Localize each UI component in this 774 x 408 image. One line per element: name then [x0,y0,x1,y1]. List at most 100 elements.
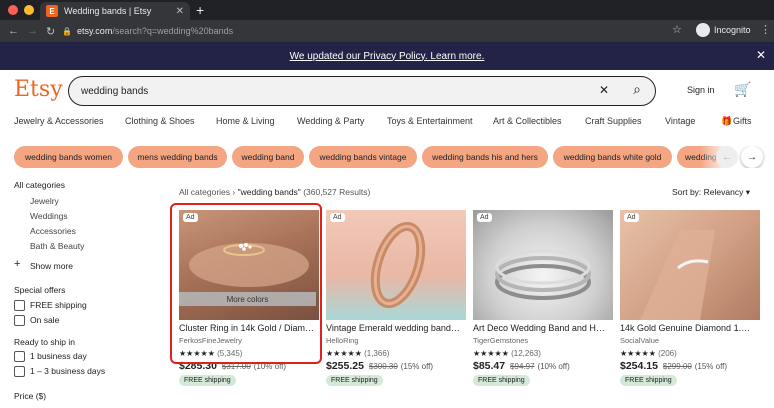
rating-stars-icon: ★★★★★ [326,349,362,358]
address-bar-row: ← → ↻ 🔒 etsy.com/search?q=wedding%20band… [0,20,774,42]
filter-weddings[interactable]: Weddings [30,211,68,221]
product-image[interactable]: Ad [326,210,466,320]
nav-jewelry-accessories[interactable]: Jewelry & Accessories [14,116,104,126]
on-sale-label[interactable]: On sale [30,315,59,325]
search-input[interactable]: wedding bands ✕ ⌕ [68,76,656,106]
ship-1-day-checkbox[interactable] [14,351,25,362]
search-value: wedding bands [81,85,149,97]
pill-wedding-bands-vintage[interactable]: wedding bands vintage [309,146,417,168]
gift-icon: 🎁 [721,116,733,126]
shop-name[interactable]: TigerGemstones [473,336,528,345]
privacy-banner: We updated our Privacy Policy. Learn mor… [0,42,774,70]
product-title[interactable]: 14k Gold Genuine Diamond 1.7… [620,323,754,333]
discount: (15% off) [694,362,728,371]
related-searches: wedding bands women mens wedding bands w… [0,146,774,168]
results-count: (360,527 Results) [303,187,371,197]
highlight-box [170,203,322,364]
review-count: (1,366) [364,349,390,358]
pill-mens-wedding-bands[interactable]: mens wedding bands [128,146,227,168]
ship-1-3-days-label[interactable]: 1 – 3 business days [30,366,105,376]
tab-close-icon[interactable]: ✕ [176,6,184,17]
filter-accessories[interactable]: Accessories [30,226,76,236]
ship-1-day-label[interactable]: 1 business day [30,351,87,361]
product-image[interactable]: Ad [473,210,613,320]
product-price: $254.15 $299.00 (15% off) [620,360,727,372]
sale-price: $85.47 [473,360,506,372]
pills-next-icon[interactable]: → [741,146,763,168]
product-title[interactable]: Art Deco Wedding Band and H… [473,323,613,333]
crumb-all-categories[interactable]: All categories [179,187,230,197]
sort-label: Sort by: Relevancy [672,187,744,197]
search-icon[interactable]: ⌕ [633,81,641,98]
sort-dropdown[interactable]: Sort by: Relevancy ▾ [672,187,750,198]
browser-tab[interactable]: E Wedding bands | Etsy ✕ [40,2,190,20]
filter-bath-beauty[interactable]: Bath & Beauty [30,241,84,251]
pill-wedding-bands-his-and-hers[interactable]: wedding bands his and hers [422,146,548,168]
product-title[interactable]: Vintage Emerald wedding band… [326,323,466,333]
tab-title: Wedding bands | Etsy [64,6,152,16]
filter-jewelry[interactable]: Jewelry [30,196,59,206]
new-tab-icon[interactable]: + [196,2,204,18]
bookmark-star-icon[interactable]: ☆ [672,23,682,36]
diamond-band-on-finger-illustration [640,230,715,320]
shop-name[interactable]: SocialValue [620,336,659,345]
ad-badge: Ad [330,213,345,222]
nav-home-living[interactable]: Home & Living [216,116,275,126]
browser-menu-icon[interactable]: ⋮ [760,23,771,36]
product-image[interactable]: Ad [620,210,760,320]
etsy-favicon-icon: E [46,5,58,17]
nav-craft-supplies[interactable]: Craft Supplies [585,116,642,126]
banner-close-icon[interactable]: ✕ [756,48,766,62]
back-icon[interactable]: ← [8,25,19,37]
discount: (10% off) [537,362,570,371]
url-host: etsy.com [76,26,113,36]
forward-icon[interactable]: → [27,25,38,37]
reload-icon[interactable]: ↻ [46,25,55,38]
nav-gifts[interactable]: Gifts [733,116,752,126]
pills-prev-icon[interactable]: ← [716,146,738,168]
nav-clothing-shoes[interactable]: Clothing & Shoes [125,116,195,126]
discount: (15% off) [400,362,434,371]
on-sale-checkbox[interactable] [14,315,25,326]
pill-wedding-band[interactable]: wedding band [232,146,304,168]
pill-wedding-bands-women[interactable]: wedding bands women [14,146,123,168]
rating-stars-icon: ★★★★★ [620,349,656,358]
free-shipping-checkbox[interactable] [14,300,25,311]
pill-wedding-bands-white-gold[interactable]: wedding bands white gold [553,146,672,168]
close-window-button[interactable] [8,5,18,15]
clear-search-icon[interactable]: ✕ [599,83,609,97]
privacy-policy-link[interactable]: We updated our Privacy Policy. Learn mor… [290,51,485,62]
nav-art-collectibles[interactable]: Art & Collectibles [493,116,562,126]
review-count: (12,263) [511,349,541,358]
original-price: $300.30 [368,362,398,371]
free-shipping-badge: FREE shipping [473,375,530,386]
free-shipping-label[interactable]: FREE shipping [30,300,87,310]
crumb-query: "wedding bands" [237,187,301,197]
nav-vintage[interactable]: Vintage [665,116,695,126]
rose-gold-band-illustration [370,221,426,309]
url-path: /search?q=wedding%20bands [112,26,234,36]
incognito-icon [696,23,710,37]
cart-icon[interactable]: 🛒 [734,81,751,98]
product-rating: ★★★★★ (1,366) [326,349,389,358]
review-count: (206) [658,349,677,358]
all-categories-heading[interactable]: All categories [14,180,65,190]
sign-in-link[interactable]: Sign in [687,85,715,95]
free-shipping-badge: FREE shipping [179,375,236,386]
url-field[interactable]: 🔒 etsy.com/search?q=wedding%20bands [62,23,662,39]
product-rating: ★★★★★ (12,263) [473,349,541,358]
show-more-link[interactable]: Show more [30,261,73,271]
etsy-logo[interactable]: Etsy [14,77,63,102]
plus-icon[interactable]: + [14,259,20,270]
browser-titlebar: E Wedding bands | Etsy ✕ + [0,0,774,20]
shop-name[interactable]: HelloRing [326,336,359,345]
minimize-window-button[interactable] [24,5,34,15]
nav-toys-entertainment[interactable]: Toys & Entertainment [387,116,473,126]
ad-badge: Ad [477,213,492,222]
incognito-profile[interactable]: Incognito [696,23,751,37]
product-rating: ★★★★★ (206) [620,349,677,358]
rating-stars-icon: ★★★★★ [473,349,509,358]
caret-down-icon: ▾ [745,187,750,197]
nav-wedding-party[interactable]: Wedding & Party [297,116,364,126]
ship-1-3-days-checkbox[interactable] [14,366,25,377]
